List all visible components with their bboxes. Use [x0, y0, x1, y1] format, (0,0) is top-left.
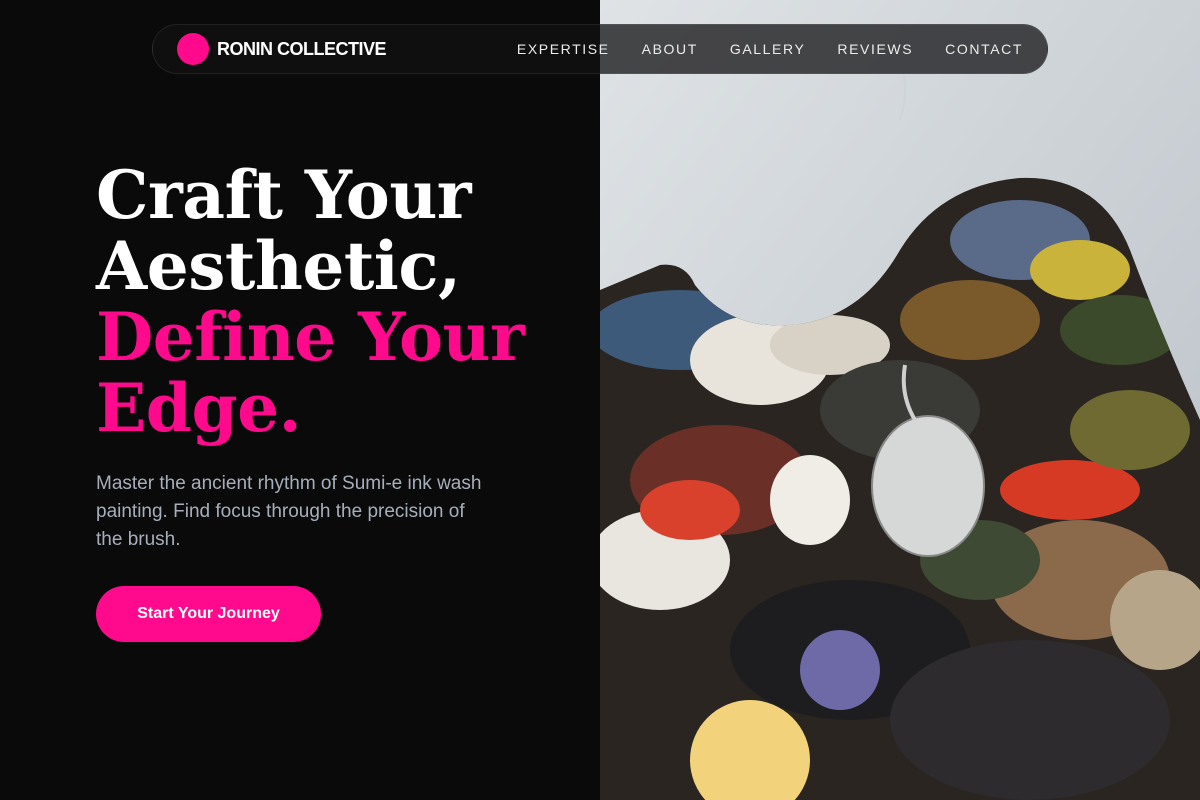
top-navbar: RONIN COLLECTIVE EXPERTISE ABOUT GALLERY…	[152, 24, 1048, 74]
brand-name: RONIN COLLECTIVE	[217, 38, 387, 59]
nav-links: EXPERTISE ABOUT GALLERY REVIEWS CONTACT	[517, 41, 1023, 57]
nav-link-expertise[interactable]: EXPERTISE	[517, 41, 610, 57]
hero-title-line: Craft Your	[96, 156, 472, 234]
hero-title-accent-line: Define Your	[96, 298, 525, 376]
brand[interactable]: RONIN COLLECTIVE	[177, 33, 387, 65]
nav-link-contact[interactable]: CONTACT	[945, 41, 1023, 57]
nav-link-reviews[interactable]: REVIEWS	[837, 41, 913, 57]
hero-title: Craft Your Aesthetic, Define Your Edge.	[96, 160, 576, 444]
nav-link-gallery[interactable]: GALLERY	[730, 41, 806, 57]
hero-image-panel	[600, 0, 1200, 800]
hero-title-line: Aesthetic,	[96, 227, 461, 305]
nav-link-about[interactable]: ABOUT	[642, 41, 698, 57]
brand-logo-icon	[177, 33, 209, 65]
start-journey-button[interactable]: Start Your Journey	[96, 586, 321, 642]
paint-palette-image	[600, 0, 1200, 800]
hero-description: Master the ancient rhythm of Sumi-e ink …	[96, 473, 482, 550]
hero-title-accent-line: Edge.	[96, 369, 302, 447]
